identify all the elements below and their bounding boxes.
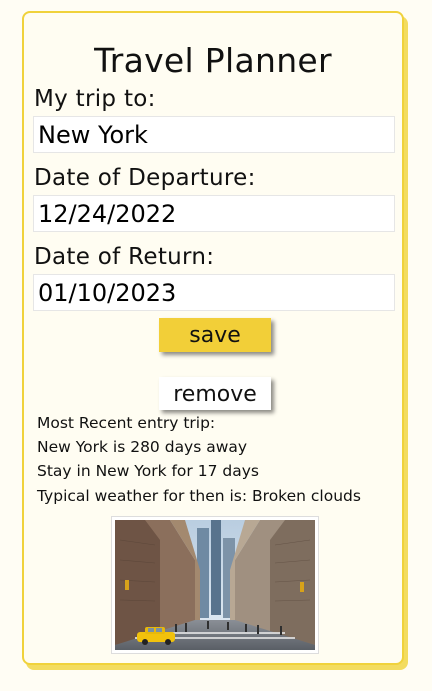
destination-label: My trip to: bbox=[34, 86, 156, 112]
departure-date-label: Date of Departure: bbox=[34, 165, 256, 191]
return-date-input[interactable] bbox=[33, 274, 395, 311]
recent-entry-heading: Most Recent entry trip: bbox=[37, 414, 216, 432]
page-title: Travel Planner bbox=[94, 41, 332, 80]
city-street-photo-icon bbox=[115, 520, 315, 650]
departure-date-input[interactable] bbox=[33, 195, 395, 232]
return-date-label: Date of Return: bbox=[34, 244, 215, 270]
remove-button[interactable]: remove bbox=[159, 377, 271, 410]
days-away-text: New York is 280 days away bbox=[37, 438, 248, 456]
stay-length-text: Stay in New York for 17 days bbox=[37, 462, 259, 480]
travel-planner-card: Travel Planner My trip to: Date of Depar… bbox=[22, 11, 404, 665]
weather-text: Typical weather for then is: Broken clou… bbox=[37, 487, 361, 505]
destination-input[interactable] bbox=[33, 116, 395, 153]
save-button[interactable]: save bbox=[159, 318, 271, 352]
destination-photo bbox=[111, 516, 319, 654]
